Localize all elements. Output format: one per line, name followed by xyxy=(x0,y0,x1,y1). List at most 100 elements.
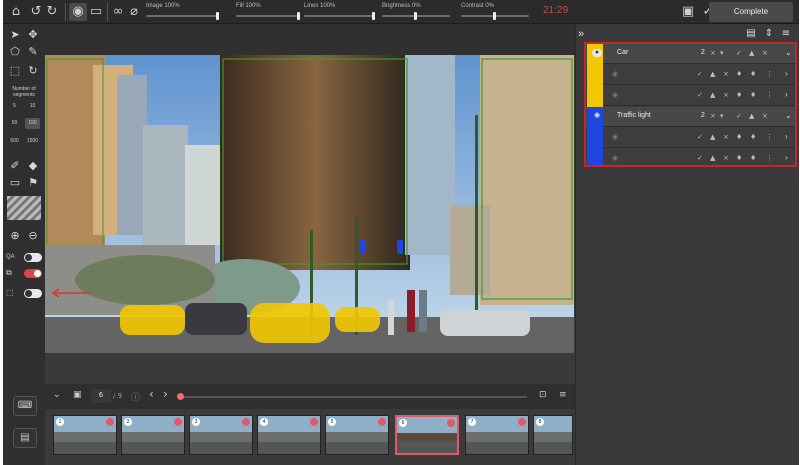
redo-icon[interactable]: ↻ xyxy=(43,3,61,21)
lasso-icon[interactable]: ↻ xyxy=(25,64,41,78)
frame-thumbnail[interactable]: 4 xyxy=(257,415,321,455)
check-icon[interactable]: ✓ xyxy=(736,112,742,120)
lock-icon[interactable]: ▲ xyxy=(710,133,715,141)
filter-icon[interactable]: ≡ xyxy=(559,390,567,400)
annotation-image[interactable] xyxy=(45,55,574,353)
slider-handle[interactable] xyxy=(493,12,496,20)
eye-icon[interactable]: ● xyxy=(592,49,602,57)
chevron-down-icon[interactable]: ▾ xyxy=(720,112,724,120)
segment-option[interactable]: 5 xyxy=(7,101,22,112)
thumbs-down-icon[interactable]: ♦ xyxy=(736,70,742,78)
frame-thumbnail-selected[interactable]: 6 xyxy=(395,415,459,455)
qa-toggle[interactable] xyxy=(24,253,42,262)
frame-thumbnail[interactable]: 1 xyxy=(53,415,117,455)
filter-icon[interactable]: ≡ xyxy=(779,28,793,39)
document-button[interactable]: ▤ xyxy=(13,428,37,448)
thumbs-down-icon[interactable]: ♦ xyxy=(736,91,742,99)
box-select-icon[interactable]: ⬚ xyxy=(7,64,23,78)
frame-progress-track[interactable] xyxy=(177,393,527,400)
lock-icon[interactable]: ▲ xyxy=(710,154,715,162)
thumbs-up-icon[interactable]: ♦ xyxy=(750,154,756,162)
previous-frame-icon[interactable]: ‹ xyxy=(149,387,154,401)
segment-option-selected[interactable]: 150 xyxy=(25,118,40,129)
eye-icon[interactable]: ◉ xyxy=(612,91,618,99)
check-icon[interactable]: ✓ xyxy=(697,91,703,99)
move-icon[interactable]: ✥ xyxy=(25,28,41,42)
frame-thumbnail[interactable]: 7 xyxy=(465,415,529,455)
more-icon[interactable]: ⋮ xyxy=(766,154,773,162)
chevron-down-icon[interactable]: ⌄ xyxy=(785,111,792,120)
brightness-slider[interactable]: Brightness 0% xyxy=(382,3,450,21)
more-icon[interactable]: ⋮ xyxy=(766,133,773,141)
polygon-icon[interactable]: ⬠ xyxy=(7,45,23,59)
eye-icon[interactable]: ◉ xyxy=(592,112,602,120)
frame-number-input[interactable]: 6 xyxy=(91,389,111,403)
instance-row[interactable]: ◉ ✓ ▲ × ♦ ♦ ⋮ › xyxy=(586,65,795,86)
merge-icon[interactable]: ⇕ xyxy=(762,28,776,39)
class-row-car[interactable]: ● Car 2 × ▾ ✓ ▲ × ⌄ xyxy=(586,44,795,65)
frame-thumbnail[interactable]: 2 xyxy=(121,415,185,455)
eye-icon[interactable]: ◉ xyxy=(612,133,618,141)
overlay-toggle[interactable] xyxy=(24,269,42,278)
class-row-traffic-light[interactable]: ◉ Traffic light 2 × ▾ ✓ ▲ × ⌄ xyxy=(586,107,795,128)
delete-icon[interactable]: × xyxy=(762,49,768,57)
fit-screen-icon[interactable]: ⊡ xyxy=(539,390,547,400)
lock-icon[interactable]: ▲ xyxy=(749,112,754,120)
instance-row[interactable]: ◉ ✓ ▲ × ♦ ♦ ⋮ › xyxy=(586,128,795,149)
fill-bucket-icon[interactable]: ◆ xyxy=(25,159,41,173)
thumbs-down-icon[interactable]: ♦ xyxy=(736,133,742,141)
frame-thumbnail[interactable]: 5 xyxy=(325,415,389,455)
segment-option[interactable]: 50 xyxy=(7,118,22,129)
delete-icon[interactable]: × xyxy=(723,154,729,162)
thumbs-up-icon[interactable]: ♦ xyxy=(750,91,756,99)
chevron-right-icon[interactable]: › xyxy=(785,153,788,162)
zoom-in-icon[interactable]: ⊕ xyxy=(7,229,23,243)
home-icon[interactable]: ⌂ xyxy=(7,3,25,21)
comment-tool-icon[interactable]: ▭ xyxy=(7,176,23,190)
texture-swatch[interactable] xyxy=(7,196,41,220)
close-icon[interactable]: × xyxy=(710,112,716,120)
clipboard-list-icon[interactable]: ▤ xyxy=(744,28,758,39)
eye-icon[interactable]: ◉ xyxy=(612,154,618,162)
eye-icon[interactable]: ◉ xyxy=(612,70,618,78)
pointer-icon[interactable]: ➤ xyxy=(7,28,23,42)
lock-icon[interactable]: ▲ xyxy=(749,49,754,57)
instance-row[interactable]: ◉ ✓ ▲ × ♦ ♦ ⋮ › xyxy=(586,86,795,107)
frame-progress-handle[interactable] xyxy=(177,393,184,400)
fill-opacity-slider[interactable]: Fill 100% xyxy=(236,3,300,21)
chevron-right-icon[interactable]: › xyxy=(785,69,788,78)
close-icon[interactable]: × xyxy=(710,49,716,57)
lock-icon[interactable]: ▲ xyxy=(710,70,715,78)
eye-icon[interactable]: ◉ xyxy=(69,3,87,21)
brush-icon[interactable]: ✎ xyxy=(25,45,41,59)
segment-option[interactable]: 1500 xyxy=(25,136,40,147)
more-icon[interactable]: ⋮ xyxy=(766,91,773,99)
check-icon[interactable]: ✓ xyxy=(736,49,742,57)
info-icon[interactable]: ⓘ xyxy=(131,390,140,403)
instance-row[interactable]: ◉ ✓ ▲ × ♦ ♦ ⋮ › xyxy=(586,149,795,165)
frame-thumbnail[interactable]: 8 xyxy=(533,415,573,455)
thumbs-up-icon[interactable]: ♦ xyxy=(750,133,756,141)
chevron-down-icon[interactable]: ▾ xyxy=(720,49,724,57)
film-icon[interactable]: ▣ xyxy=(73,390,82,400)
more-icon[interactable]: ⋮ xyxy=(766,70,773,78)
check-icon[interactable]: ✓ xyxy=(697,70,703,78)
keyboard-shortcuts-button[interactable]: ⌨ xyxy=(13,396,37,416)
pin-icon[interactable]: ⚑ xyxy=(25,176,41,190)
check-icon[interactable]: ✓ xyxy=(697,133,703,141)
slider-handle[interactable] xyxy=(372,12,375,20)
contrast-slider[interactable]: Contrast 0% xyxy=(461,3,529,21)
collapse-panel-icon[interactable]: » xyxy=(578,28,584,40)
thumbs-up-icon[interactable]: ♦ xyxy=(750,70,756,78)
complete-button[interactable]: Complete xyxy=(709,2,793,22)
chevron-right-icon[interactable]: › xyxy=(785,90,788,99)
thumbs-down-icon[interactable]: ♦ xyxy=(736,154,742,162)
slider-handle[interactable] xyxy=(414,12,417,20)
frame-thumbnail[interactable]: 3 xyxy=(189,415,253,455)
slider-handle[interactable] xyxy=(216,12,219,20)
check-icon[interactable]: ✓ xyxy=(697,154,703,162)
slider-handle[interactable] xyxy=(297,12,300,20)
clipboard-icon[interactable]: ▣ xyxy=(679,3,697,21)
delete-icon[interactable]: × xyxy=(723,91,729,99)
next-frame-icon[interactable]: › xyxy=(163,387,168,401)
